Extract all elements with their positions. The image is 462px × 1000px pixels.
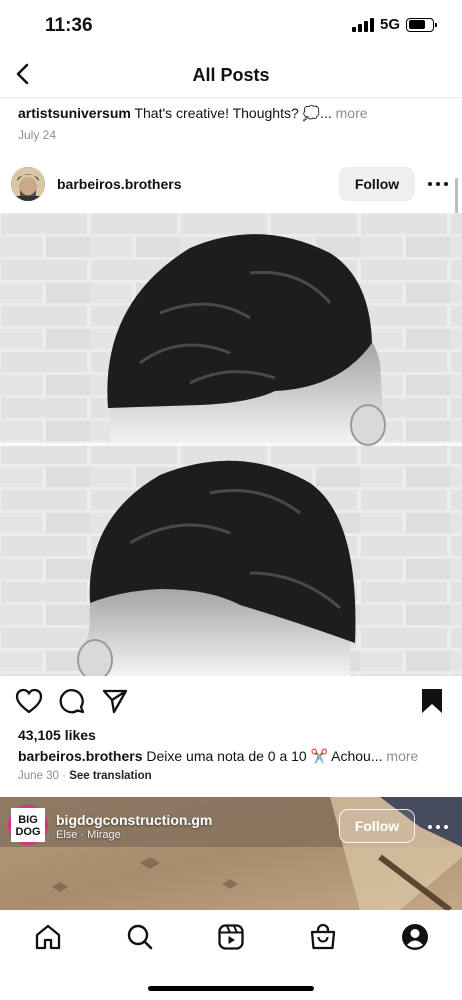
previous-post-caption-text: That's creative! Thoughts? 💭... (134, 105, 332, 121)
battery-icon (406, 17, 437, 32)
post-username[interactable]: barbeiros.brothers (57, 176, 181, 192)
caption-username[interactable]: barbeiros.brothers (18, 748, 142, 764)
cellular-signal-icon (351, 17, 374, 32)
reels-icon[interactable] (216, 922, 246, 952)
home-icon[interactable] (33, 922, 63, 952)
nav-bar: All Posts (0, 52, 462, 98)
caption-more-link[interactable]: more (386, 748, 418, 764)
status-time: 11:36 (45, 15, 93, 36)
post-actions (0, 686, 462, 718)
next-more-options-icon[interactable] (428, 817, 448, 837)
post-header: barbeiros.brothers Follow (0, 164, 462, 204)
next-post[interactable]: BIG DOG bigdogconstruction.gm Else · Mir… (0, 797, 462, 910)
meta-separator: · (62, 770, 66, 782)
bookmark-filled-icon[interactable] (417, 686, 447, 716)
home-indicator (148, 986, 314, 991)
comment-icon[interactable] (57, 686, 87, 716)
bottom-tab-bar (0, 910, 462, 1000)
previous-post-username[interactable]: artistsuniversum (18, 105, 131, 121)
next-post-avatar[interactable]: BIG DOG (8, 805, 48, 845)
see-translation-link[interactable]: See translation (69, 770, 151, 782)
avatar[interactable] (11, 167, 45, 201)
next-follow-button[interactable]: Follow (339, 809, 415, 843)
status-indicators: 5G (351, 16, 437, 33)
next-post-avatar-logo: BIG (18, 814, 38, 826)
page-title: All Posts (192, 65, 270, 85)
profile-icon[interactable] (400, 922, 430, 952)
previous-post-date: July 24 (18, 128, 57, 142)
search-icon[interactable] (125, 922, 155, 952)
caption-text: Deixe uma nota de 0 a 10 ✂️ Achou... (146, 748, 383, 764)
svg-text:DOG: DOG (15, 826, 40, 838)
follow-button[interactable]: Follow (339, 167, 415, 201)
shop-icon[interactable] (308, 922, 338, 952)
network-type: 5G (379, 16, 400, 33)
post-date: June 30 (18, 770, 59, 782)
post-meta: June 30 · See translation (18, 770, 152, 782)
status-bar: 11:36 5G (0, 0, 462, 52)
previous-post-caption: artistsuniversum That's creative! Though… (18, 105, 368, 122)
post-caption: barbeiros.brothers Deixe uma nota de 0 a… (18, 748, 418, 765)
next-post-music[interactable]: Else · Mirage (56, 829, 121, 841)
heart-icon[interactable] (14, 686, 44, 716)
next-post-username[interactable]: bigdogconstruction.gm (56, 812, 212, 828)
post-image[interactable] (0, 213, 462, 681)
more-options-icon[interactable] (428, 174, 448, 194)
send-icon[interactable] (100, 686, 130, 716)
likes-count[interactable]: 43,105 likes (18, 727, 96, 743)
more-link[interactable]: more (336, 105, 368, 121)
